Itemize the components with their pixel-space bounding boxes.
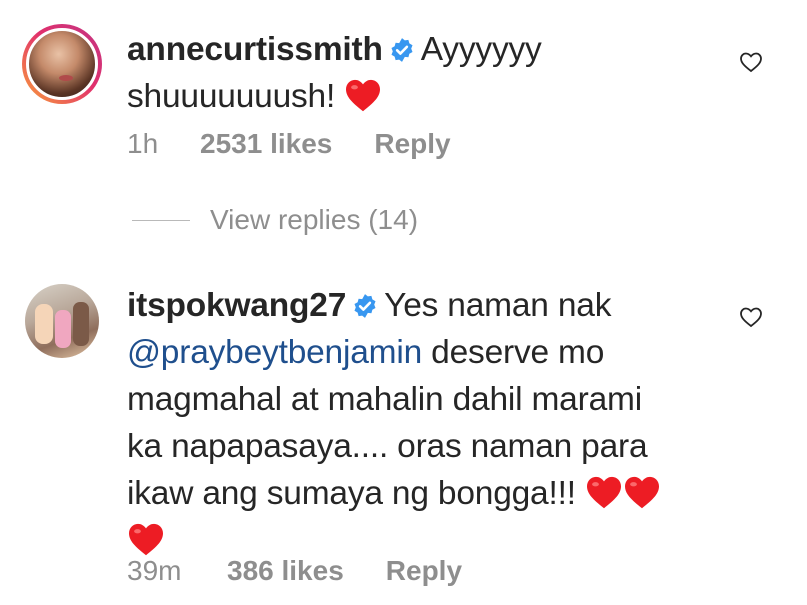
- view-replies-button[interactable]: View replies (14): [132, 204, 418, 236]
- like-icon[interactable]: [739, 51, 763, 73]
- verified-icon: [391, 38, 413, 62]
- comment-text: annecurtissmith Ayyyyyy shuuuuuuush!: [127, 31, 542, 115]
- like-icon[interactable]: [739, 306, 763, 328]
- likes-count[interactable]: 2531 likes: [200, 128, 332, 160]
- verified-icon: [354, 294, 376, 318]
- comment-text: itspokwang27 Yes naman nak @praybeytbenja…: [127, 282, 707, 564]
- likes-count[interactable]: 386 likes: [227, 555, 344, 587]
- avatar[interactable]: [22, 24, 102, 104]
- reply-button[interactable]: Reply: [374, 128, 450, 160]
- username[interactable]: itspokwang27: [127, 287, 346, 324]
- comment-meta: 1h 2531 likes Reply: [127, 128, 451, 160]
- comment-meta: 39m 386 likes Reply: [127, 555, 462, 587]
- heart-emoji-icon: [624, 476, 659, 509]
- heart-emoji-icon: [129, 523, 163, 556]
- divider-line: [132, 219, 190, 221]
- timestamp: 1h: [127, 128, 159, 159]
- heart-emoji-icon: [346, 79, 381, 112]
- heart-emoji-icon: [586, 476, 621, 509]
- avatar[interactable]: [25, 284, 99, 358]
- timestamp: 39m: [127, 555, 182, 586]
- mention-link[interactable]: @praybeytbenjamin: [127, 334, 422, 371]
- username[interactable]: annecurtissmith: [127, 31, 383, 68]
- reply-button[interactable]: Reply: [386, 555, 462, 587]
